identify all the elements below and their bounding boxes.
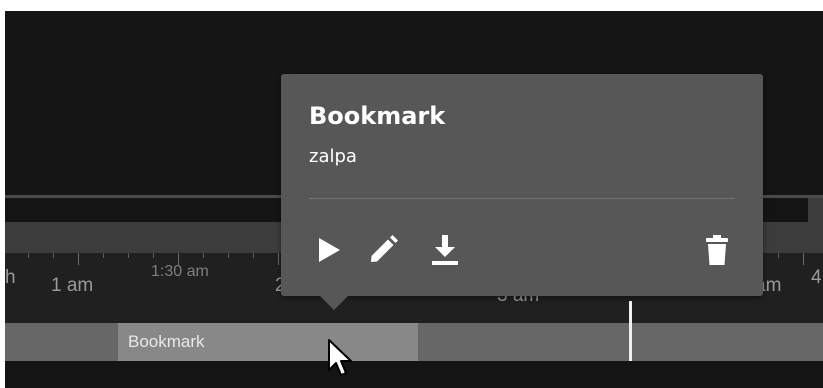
ruler-tick bbox=[803, 253, 804, 265]
ruler-tick bbox=[128, 253, 129, 258]
playhead[interactable] bbox=[629, 301, 632, 363]
scrub-right-handle[interactable] bbox=[808, 198, 823, 222]
pencil-icon bbox=[371, 235, 398, 262]
ruler-tick bbox=[228, 253, 229, 258]
bookmark-segment[interactable]: Bookmark bbox=[118, 323, 418, 361]
edit-button[interactable] bbox=[365, 232, 401, 268]
ruler-tick bbox=[28, 253, 29, 258]
popup-description: zalpa bbox=[309, 146, 357, 167]
ruler-tick bbox=[203, 253, 204, 258]
play-button[interactable] bbox=[311, 232, 347, 268]
delete-button[interactable] bbox=[699, 232, 735, 268]
timeline-bottom-strip bbox=[5, 361, 823, 388]
time-label: 1:30 am bbox=[151, 263, 209, 280]
popup-pointer bbox=[320, 296, 348, 310]
mouse-cursor-icon bbox=[328, 339, 352, 376]
ruler-tick bbox=[278, 253, 279, 265]
trash-icon bbox=[706, 235, 728, 265]
ruler-tick bbox=[778, 253, 779, 258]
ruler-tick bbox=[53, 253, 54, 258]
popup-title: Bookmark bbox=[309, 102, 446, 130]
download-button[interactable] bbox=[427, 232, 463, 268]
time-label: h bbox=[5, 267, 16, 288]
ruler-tick bbox=[103, 253, 104, 258]
bookmark-segment-label: Bookmark bbox=[128, 332, 205, 351]
popup-divider bbox=[309, 198, 735, 199]
time-label: 4 bbox=[811, 267, 822, 288]
bookmark-popup: Bookmark zalpa bbox=[281, 74, 763, 310]
ruler-tick bbox=[253, 253, 254, 258]
time-label: 1 am bbox=[51, 275, 94, 296]
ruler-tick bbox=[78, 253, 79, 265]
download-icon bbox=[432, 235, 458, 265]
ruler-tick bbox=[153, 253, 154, 258]
play-icon bbox=[319, 238, 340, 262]
video-player: h 1 am 1:30 am 2 a 3 am am 4 Bookmark Bo… bbox=[5, 11, 823, 388]
